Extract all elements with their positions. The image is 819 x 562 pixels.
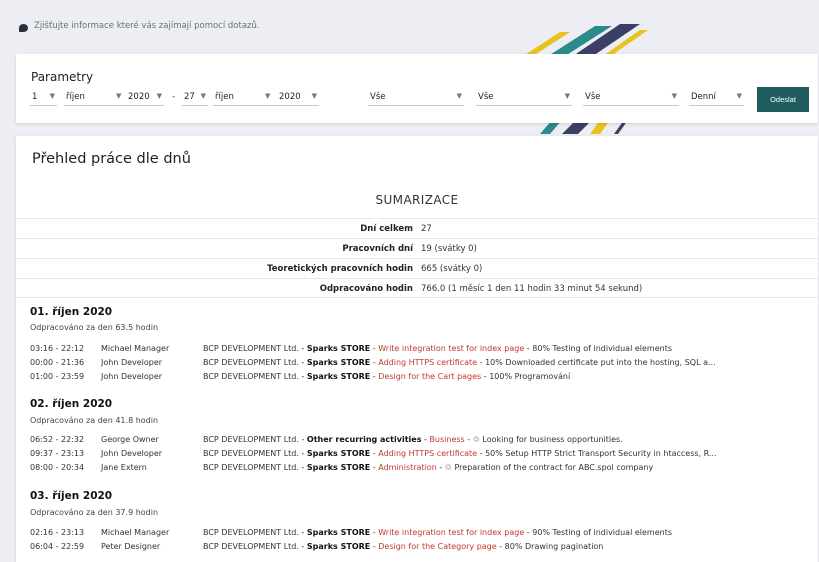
task-link[interactable]: Adding HTTPS certificate: [378, 358, 477, 367]
day-heading: 03. říjen 2020: [30, 490, 113, 502]
range-separator: -: [172, 92, 176, 102]
granularity-select[interactable]: Denní ▼: [689, 90, 744, 106]
page-title: Přehled práce dle dnů: [32, 151, 191, 167]
filter-select-1[interactable]: Vše ▼: [368, 90, 464, 106]
task-link[interactable]: Write integration test for index page: [378, 528, 524, 537]
summary-row: Teoretických pracovních hodin 665 (svátk…: [16, 258, 818, 278]
caret-down-icon: ▼: [671, 92, 677, 100]
parameters-panel: Parametry 1 ▼ říjen ▼ 2020 ▼ - 27 ▼ říje…: [16, 54, 818, 123]
summary-row: Dní celkem 27: [16, 218, 818, 238]
caret-down-icon: ▼: [200, 92, 206, 100]
to-day-select[interactable]: 27 ▼: [182, 90, 208, 106]
to-year-select[interactable]: ▼ 2020 ▼: [265, 90, 319, 106]
caret-down-icon: ▼: [564, 92, 570, 100]
from-year-select[interactable]: ▼ 2020 ▼: [116, 90, 164, 106]
task-link[interactable]: Design for the Category page: [378, 542, 496, 551]
top-info-bar: Zjišťujte informace které vás zajímají p…: [0, 0, 819, 52]
report-panel: Přehled práce dle dnů SUMARIZACE Dní cel…: [16, 136, 818, 562]
parameters-title: Parametry: [31, 70, 94, 84]
entry-row: 06:04 - 22:59 Peter Designer BCP DEVELOP…: [30, 542, 604, 551]
task-link[interactable]: Administration: [378, 463, 437, 472]
task-link[interactable]: Design for the Cart pages: [378, 372, 481, 381]
task-link[interactable]: Write integration test for index page: [378, 344, 524, 353]
summary-row: Pracovních dní 19 (svátky 0): [16, 238, 818, 258]
summary-title: SUMARIZACE: [375, 193, 459, 207]
submit-button[interactable]: Odeslat: [757, 87, 809, 112]
from-month-select[interactable]: říjen: [64, 90, 116, 106]
caret-down-icon: ▼: [49, 92, 55, 100]
caret-down-icon: ▼: [265, 92, 271, 100]
task-link[interactable]: Adding HTTPS certificate: [378, 449, 477, 458]
entry-row: 06:52 - 22:32 George Owner BCP DEVELOPME…: [30, 435, 623, 444]
task-link[interactable]: Business: [429, 435, 464, 444]
caret-down-icon: ▼: [456, 92, 462, 100]
entry-row: 03:16 - 22:12 Michael Manager BCP DEVELO…: [30, 344, 672, 353]
caret-down-icon: ▼: [156, 92, 162, 100]
chat-bubble-icon: [19, 24, 28, 32]
entry-row: 02:16 - 23:13 Michael Manager BCP DEVELO…: [30, 528, 672, 537]
info-text: Zjišťujte informace které vás zajímají p…: [34, 21, 260, 31]
to-month-select[interactable]: říjen: [213, 90, 265, 106]
day-heading: 01. říjen 2020: [30, 306, 113, 318]
day-worked-hours: Odpracováno za den 63.5 hodin: [30, 323, 159, 332]
day-worked-hours: Odpracováno za den 37.9 hodin: [30, 508, 159, 517]
day-heading: 02. říjen 2020: [30, 398, 113, 410]
caret-down-icon: ▼: [116, 92, 122, 100]
day-worked-hours: Odpracováno za den 41.8 hodin: [30, 416, 159, 425]
banner-decoration: [520, 24, 648, 58]
filter-select-3[interactable]: Vše ▼: [583, 90, 679, 106]
caret-down-icon: ▼: [311, 92, 317, 100]
from-day-select[interactable]: 1 ▼: [30, 90, 57, 106]
entry-row: 00:00 - 21:36 John Developer BCP DEVELOP…: [30, 358, 716, 367]
entry-row: 08:00 - 20:34 Jane Extern BCP DEVELOPMEN…: [30, 463, 654, 472]
entry-row: 01:00 - 23:59 John Developer BCP DEVELOP…: [30, 372, 571, 381]
entry-row: 09:37 - 23:13 John Developer BCP DEVELOP…: [30, 449, 717, 458]
caret-down-icon: ▼: [736, 92, 742, 100]
summary-row: Odpracováno hodin 766.0 (1 měsíc 1 den 1…: [16, 278, 818, 298]
filter-select-2[interactable]: Vše ▼: [476, 90, 572, 106]
